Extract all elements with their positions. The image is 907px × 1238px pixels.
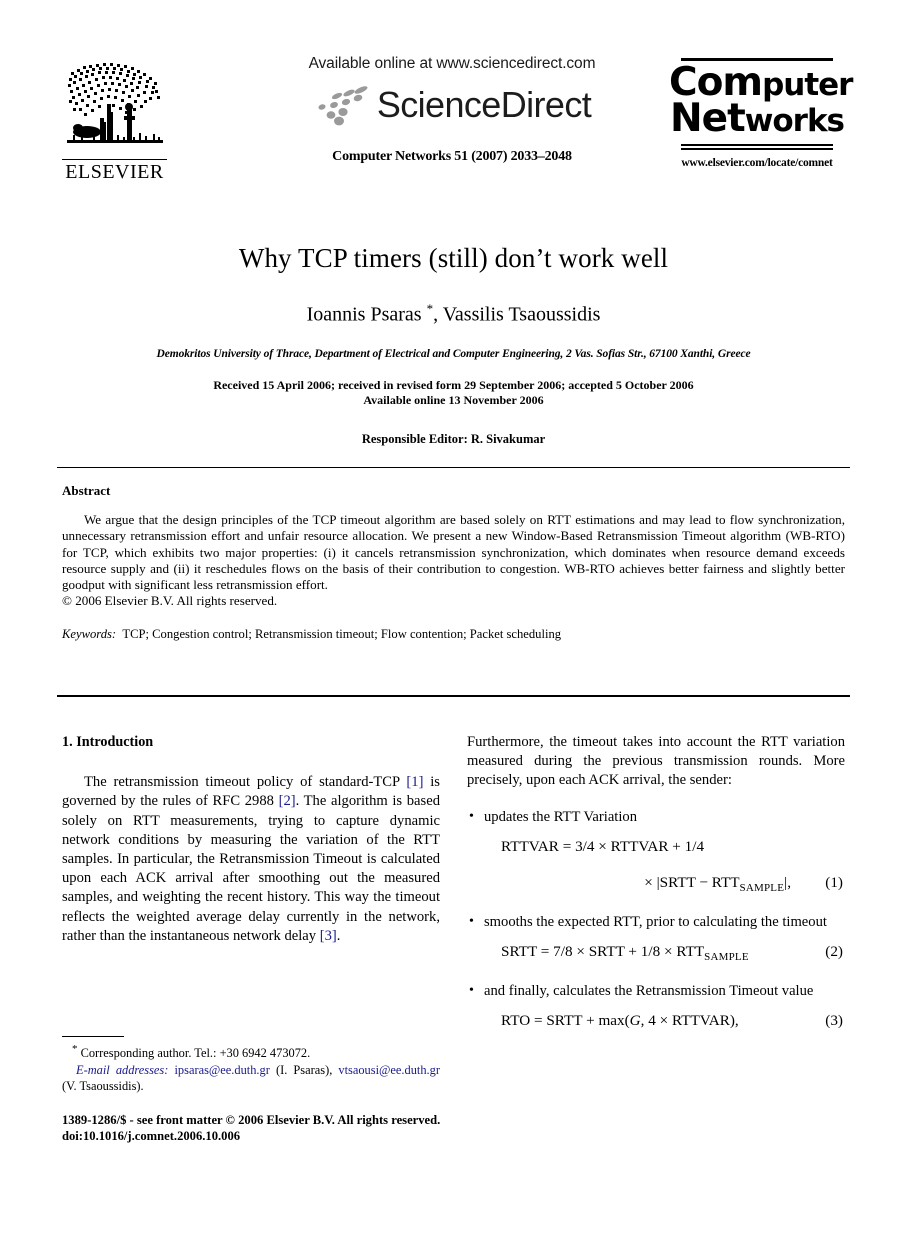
- sciencedirect-logo: ScienceDirect: [242, 81, 662, 129]
- abstract-top-divider: [57, 467, 850, 468]
- paper-page: ELSEVIER Available online at www.science…: [0, 0, 907, 1238]
- right-column-paragraph: Furthermore, the timeout takes into acco…: [467, 734, 845, 789]
- journal-logo-line1-small: puter: [762, 67, 853, 103]
- citation-ref-3[interactable]: [3]: [320, 928, 337, 944]
- abstract-section: Abstract We argue that the design princi…: [62, 483, 845, 642]
- computer-networks-logo: Computer Networks www.elsevier.com/locat…: [669, 55, 853, 169]
- eq2-rel: =: [536, 943, 554, 961]
- journal-url[interactable]: www.elsevier.com/locate/comnet: [669, 157, 845, 169]
- eq1-line2-post: |,: [784, 873, 791, 891]
- eq3-variable-g: G: [629, 1012, 641, 1030]
- eq1-rel: =: [558, 837, 576, 855]
- affiliation: Demokritos University of Thrace, Departm…: [156, 347, 751, 360]
- email-addresses-label: E-mail addresses:: [76, 1062, 169, 1077]
- eq1-line2-pre: × |SRTT − RTT: [644, 873, 740, 891]
- responsible-editor: Responsible Editor: R. Sivakumar: [361, 431, 546, 446]
- abstract-copyright: © 2006 Elsevier B.V. All rights reserved…: [62, 593, 278, 609]
- issn-copyright-block: 1389-1286/$ - see front matter © 2006 El…: [62, 1113, 502, 1144]
- eq2-lhs: SRTT: [501, 943, 537, 961]
- eq3-rhs-pre: SRTT + max(: [546, 1012, 630, 1030]
- eq3-lhs: RTO: [501, 1012, 531, 1030]
- equation-number-3: (3): [825, 1012, 843, 1030]
- eq3-rhs-post: , 4 × RTTVAR),: [640, 1012, 739, 1030]
- journal-logo-line2: Networks: [669, 99, 845, 140]
- citation-ref-1[interactable]: [1]: [406, 774, 423, 790]
- sciencedirect-block: Available online at www.sciencedirect.co…: [242, 55, 662, 165]
- page-title: Why TCP timers (still) don’t work well: [238, 243, 669, 273]
- bullet-text-2: smooths the expected RTT, prior to calcu…: [484, 913, 827, 930]
- introduction-paragraph: The retransmission timeout policy of sta…: [62, 773, 440, 946]
- corresponding-author-text: Corresponding author. Tel.: +30 6942 473…: [77, 1046, 311, 1061]
- eq2-rhs: 7/8 × SRTT + 1/8 × RTT: [553, 943, 705, 961]
- abstract-bottom-divider: [57, 695, 850, 697]
- doi-line[interactable]: doi:10.1016/j.comnet.2006.10.006: [62, 1129, 502, 1145]
- equation-number-1: (1): [825, 873, 843, 891]
- intro-seg-0: The retransmission timeout policy of sta…: [84, 774, 407, 791]
- section-heading-introduction: 1. Introduction: [62, 734, 154, 750]
- list-item: smooths the expected RTT, prior to calcu…: [467, 912, 845, 968]
- sciencedirect-swoosh-icon: [318, 86, 368, 126]
- equation-3: RTO = SRTT + max(G, 4 × RTTVAR), (3): [484, 1010, 845, 1032]
- logo-rule-bottom: [681, 143, 833, 150]
- footnote-block: * Corresponding author. Tel.: +30 6942 4…: [62, 1041, 440, 1094]
- eq1-line2-subscript: SAMPLE: [739, 881, 785, 894]
- author-first: Ioannis Psaras: [306, 303, 427, 326]
- left-column: 1. Introduction The retransmission timeo…: [62, 733, 440, 946]
- eq3-rel: =: [530, 1012, 547, 1030]
- keywords-label: Keywords:: [62, 626, 117, 641]
- available-online-text: Available online at www.sciencedirect.co…: [308, 55, 596, 72]
- eq1-rhs: 3/4 × RTTVAR + 1/4: [575, 837, 705, 855]
- article-history-received: Received 15 April 2006; received in revi…: [213, 377, 694, 392]
- issn-front-matter-line: 1389-1286/$ - see front matter © 2006 El…: [62, 1113, 441, 1127]
- right-column: Furthermore, the timeout takes into acco…: [467, 733, 845, 1046]
- article-history: Received 15 April 2006; received in revi…: [62, 378, 845, 408]
- equation-2: SRTT = 7/8 × SRTT + 1/8 × RTTSAMPLE (2): [484, 941, 845, 968]
- title-block: Why TCP timers (still) don’t work well I…: [62, 243, 845, 447]
- email-addresses-note: E-mail addresses: ipsaras@ee.duth.gr (I.…: [62, 1062, 440, 1095]
- citation-ref-2[interactable]: [2]: [279, 793, 296, 809]
- equation-1-line1: RTTVAR = 3/4 × RTTVAR + 1/4: [484, 836, 845, 858]
- eq2-subscript: SAMPLE: [704, 951, 749, 964]
- author-second: , Vassilis Tsaoussidis: [433, 303, 601, 326]
- elsevier-wordmark: ELSEVIER: [62, 159, 167, 183]
- journal-logo-line2-big: Net: [669, 96, 746, 142]
- bullet-text-1: updates the RTT Variation: [484, 808, 638, 825]
- email-owner-psaras: (I. Psaras),: [269, 1062, 339, 1077]
- list-item: updates the RTT Variation RTTVAR = 3/4 ×…: [467, 807, 845, 899]
- journal-reference: Computer Networks 51 (2007) 2033–2048: [332, 149, 572, 164]
- corresponding-author-note: * Corresponding author. Tel.: +30 6942 4…: [62, 1041, 440, 1062]
- abstract-text: We argue that the design principles of t…: [62, 512, 845, 593]
- email-owner-tsaoussidis: (V. Tsaoussidis).: [62, 1078, 144, 1093]
- abstract-heading: Abstract: [62, 483, 111, 498]
- abstract-body: We argue that the design principles of t…: [62, 512, 845, 610]
- keywords-value: TCP; Congestion control; Retransmission …: [122, 626, 562, 641]
- sender-steps-list: updates the RTT Variation RTTVAR = 3/4 ×…: [467, 807, 845, 1033]
- sciencedirect-wordmark: ScienceDirect: [376, 84, 592, 125]
- equation-number-2: (2): [825, 943, 843, 961]
- bullet-text-3: and finally, calculates the Retransmissi…: [484, 983, 814, 1000]
- elsevier-logo: ELSEVIER: [62, 60, 167, 183]
- footnote-divider: [62, 1036, 124, 1037]
- eq1-lhs: RTTVAR: [501, 837, 559, 855]
- journal-logo-wordmark: Computer Networks: [669, 61, 853, 140]
- email-link-tsaoussidis[interactable]: vtsaousi@ee.duth.gr: [338, 1063, 440, 1077]
- email-link-psaras[interactable]: ipsaras@ee.duth.gr: [174, 1063, 269, 1077]
- equation-1-line2: × |SRTT − RTTSAMPLE|, (1): [484, 872, 845, 899]
- article-history-available: Available online 13 November 2006: [363, 392, 544, 407]
- author-list: Ioannis Psaras *, Vassilis Tsaoussidis: [62, 301, 845, 327]
- masthead: ELSEVIER Available online at www.science…: [62, 55, 853, 200]
- intro-seg-4: . The algorithm is based solely on RTT m…: [62, 793, 440, 944]
- keywords: Keywords: TCP; Congestion control; Retra…: [62, 627, 845, 642]
- journal-logo-line2-small: works: [744, 103, 845, 140]
- elsevier-tree-icon: [66, 60, 163, 158]
- intro-seg-6: .: [336, 927, 341, 944]
- list-item: and finally, calculates the Retransmissi…: [467, 981, 845, 1032]
